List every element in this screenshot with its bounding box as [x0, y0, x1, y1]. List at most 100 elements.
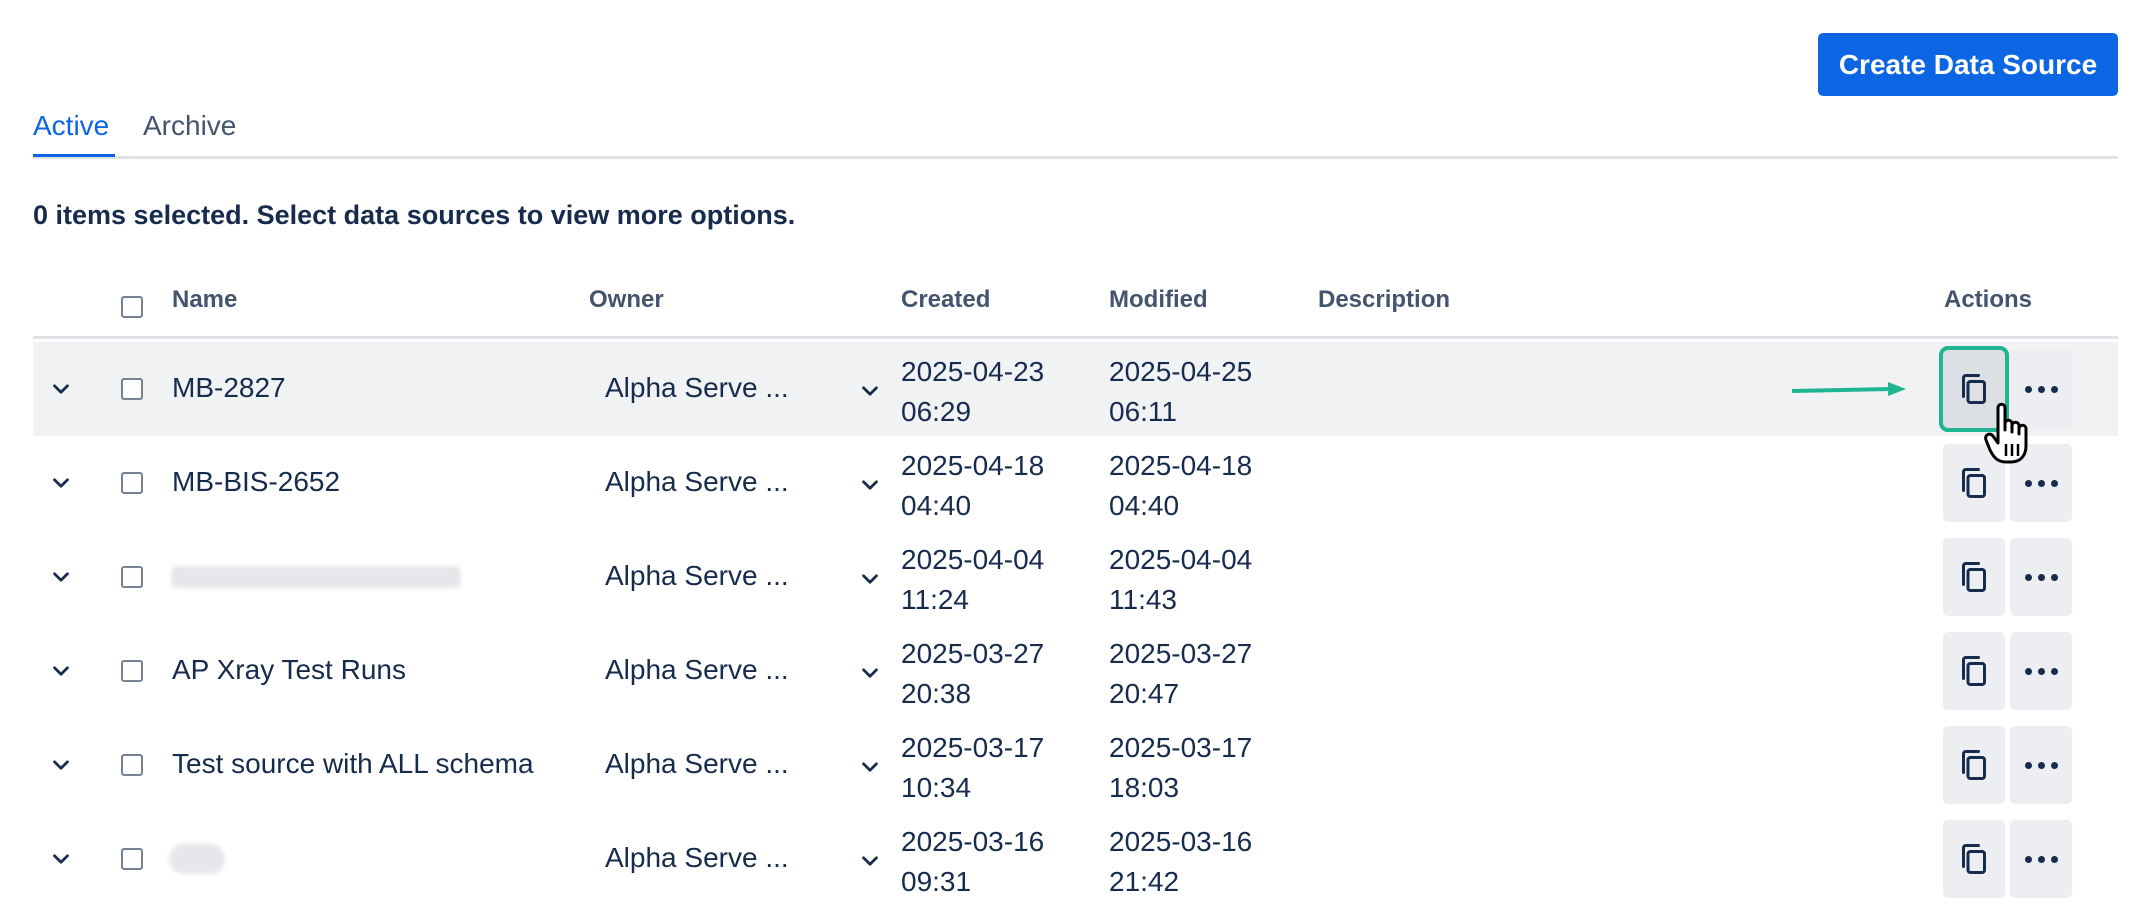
copy-button[interactable] — [1943, 820, 2005, 898]
owner-select[interactable]: Alpha Serve ... — [605, 748, 895, 788]
modified-time: 20:47 — [1109, 678, 1180, 709]
row-name[interactable]: AP Xray Test Runs — [172, 654, 406, 686]
column-header-owner[interactable]: Owner — [589, 286, 664, 314]
table-row[interactable]: Test source with ALL schema Alpha Serve … — [33, 718, 2118, 812]
created-time: 04:40 — [901, 490, 972, 521]
owner-select[interactable]: Alpha Serve ... — [605, 466, 895, 506]
column-header-created[interactable]: Created — [901, 286, 990, 314]
created-time: 09:31 — [901, 866, 972, 897]
create-data-source-button[interactable]: Create Data Source — [1818, 33, 2118, 96]
owner-select[interactable]: Alpha Serve ... — [605, 372, 895, 412]
modified-date: 2025-04-25 — [1109, 356, 1253, 387]
row-checkbox[interactable] — [121, 378, 143, 400]
more-horizontal-icon — [2022, 855, 2061, 863]
modified-time: 21:42 — [1109, 866, 1180, 897]
created-time: 11:24 — [901, 584, 969, 615]
modified-time: 06:11 — [1109, 396, 1177, 427]
copy-button[interactable] — [1943, 726, 2005, 804]
pointer-arrow-annotation — [1792, 382, 1906, 396]
expand-row-chevron-down-icon[interactable] — [48, 846, 74, 872]
redacted-name — [171, 566, 461, 588]
row-name[interactable]: MB-BIS-2652 — [172, 466, 340, 498]
chevron-down-icon — [857, 660, 883, 686]
created-date: 2025-04-23 — [901, 356, 1045, 387]
owner-value: Alpha Serve ... — [605, 466, 789, 497]
column-header-modified[interactable]: Modified — [1109, 286, 1208, 314]
modified-datetime: 2025-04-18 04:40 — [1109, 446, 1252, 526]
created-datetime: 2025-03-16 09:31 — [901, 822, 1044, 902]
modified-date: 2025-03-16 — [1109, 826, 1253, 857]
created-datetime: 2025-04-23 06:29 — [901, 352, 1044, 432]
owner-select[interactable]: Alpha Serve ... — [605, 654, 895, 694]
copy-button[interactable] — [1943, 538, 2005, 616]
created-date: 2025-03-17 — [901, 732, 1045, 763]
row-checkbox[interactable] — [121, 472, 143, 494]
select-all-checkbox[interactable] — [121, 296, 143, 318]
expand-row-chevron-down-icon[interactable] — [48, 376, 74, 402]
chevron-down-icon — [857, 472, 883, 498]
copy-icon — [1956, 747, 1992, 783]
copy-icon — [1956, 653, 1992, 689]
selection-status: 0 items selected. Select data sources to… — [33, 200, 796, 230]
owner-value: Alpha Serve ... — [605, 748, 789, 779]
modified-date: 2025-04-04 — [1109, 544, 1253, 575]
table-row[interactable]: AP Xray Test Runs Alpha Serve ... 2025-0… — [33, 624, 2118, 718]
modified-time: 18:03 — [1109, 772, 1180, 803]
more-actions-button[interactable] — [2010, 726, 2072, 804]
created-date: 2025-03-27 — [901, 638, 1045, 669]
row-checkbox[interactable] — [121, 660, 143, 682]
owner-value: Alpha Serve ... — [605, 842, 789, 873]
modified-datetime: 2025-04-04 11:43 — [1109, 540, 1252, 620]
tab-bar: Active Archive — [33, 108, 2118, 159]
created-date: 2025-04-18 — [901, 450, 1045, 481]
modified-datetime: 2025-04-25 06:11 — [1109, 352, 1252, 432]
hand-cursor-icon — [1984, 402, 2028, 464]
tab-archive-label: Archive — [143, 110, 237, 141]
table-row[interactable]: Alpha Serve ... 2025-04-04 11:24 2025-04… — [33, 530, 2118, 624]
modified-datetime: 2025-03-27 20:47 — [1109, 634, 1252, 714]
table-row[interactable]: MB-BIS-2652 Alpha Serve ... 2025-04-18 0… — [33, 436, 2118, 530]
expand-row-chevron-down-icon[interactable] — [48, 658, 74, 684]
created-time: 10:34 — [901, 772, 972, 803]
expand-row-chevron-down-icon[interactable] — [48, 752, 74, 778]
row-name[interactable]: MB-2827 — [172, 372, 286, 404]
copy-button[interactable] — [1943, 632, 2005, 710]
more-actions-button[interactable] — [2010, 820, 2072, 898]
expand-row-chevron-down-icon[interactable] — [48, 564, 74, 590]
tab-active-label: Active — [33, 110, 110, 141]
more-horizontal-icon — [2022, 573, 2061, 581]
row-checkbox[interactable] — [121, 848, 143, 870]
expand-row-chevron-down-icon[interactable] — [48, 470, 74, 496]
row-checkbox[interactable] — [121, 754, 143, 776]
more-actions-button[interactable] — [2010, 538, 2072, 616]
chevron-down-icon — [857, 754, 883, 780]
copy-icon — [1956, 559, 1992, 595]
tab-active[interactable]: Active — [33, 110, 115, 157]
column-header-actions: Actions — [1944, 286, 2033, 313]
more-horizontal-icon — [2022, 667, 2061, 675]
owner-select[interactable]: Alpha Serve ... — [605, 560, 895, 600]
row-checkbox[interactable] — [121, 566, 143, 588]
created-datetime: 2025-03-17 10:34 — [901, 728, 1044, 808]
column-header-name[interactable]: Name — [172, 286, 237, 314]
active-tab-indicator — [33, 154, 115, 157]
created-datetime: 2025-04-04 11:24 — [901, 540, 1044, 620]
table-row[interactable]: Alpha Serve ... 2025-03-16 09:31 2025-03… — [33, 812, 2118, 906]
owner-select[interactable]: Alpha Serve ... — [605, 842, 895, 882]
more-horizontal-icon — [2022, 761, 2061, 769]
chevron-down-icon — [857, 848, 883, 874]
modified-time: 11:43 — [1109, 584, 1177, 615]
copy-icon — [1956, 841, 1992, 877]
tab-archive[interactable]: Archive — [143, 110, 236, 142]
more-horizontal-icon — [2022, 385, 2061, 393]
row-name[interactable]: Test source with ALL schema — [172, 748, 534, 780]
copy-icon — [1956, 465, 1992, 501]
modified-date: 2025-03-27 — [1109, 638, 1253, 669]
created-time: 20:38 — [901, 678, 972, 709]
chevron-down-icon — [857, 378, 883, 404]
owner-value: Alpha Serve ... — [605, 560, 789, 591]
more-actions-button[interactable] — [2010, 632, 2072, 710]
modified-date: 2025-03-17 — [1109, 732, 1253, 763]
created-datetime: 2025-04-18 04:40 — [901, 446, 1044, 526]
owner-value: Alpha Serve ... — [605, 372, 789, 403]
